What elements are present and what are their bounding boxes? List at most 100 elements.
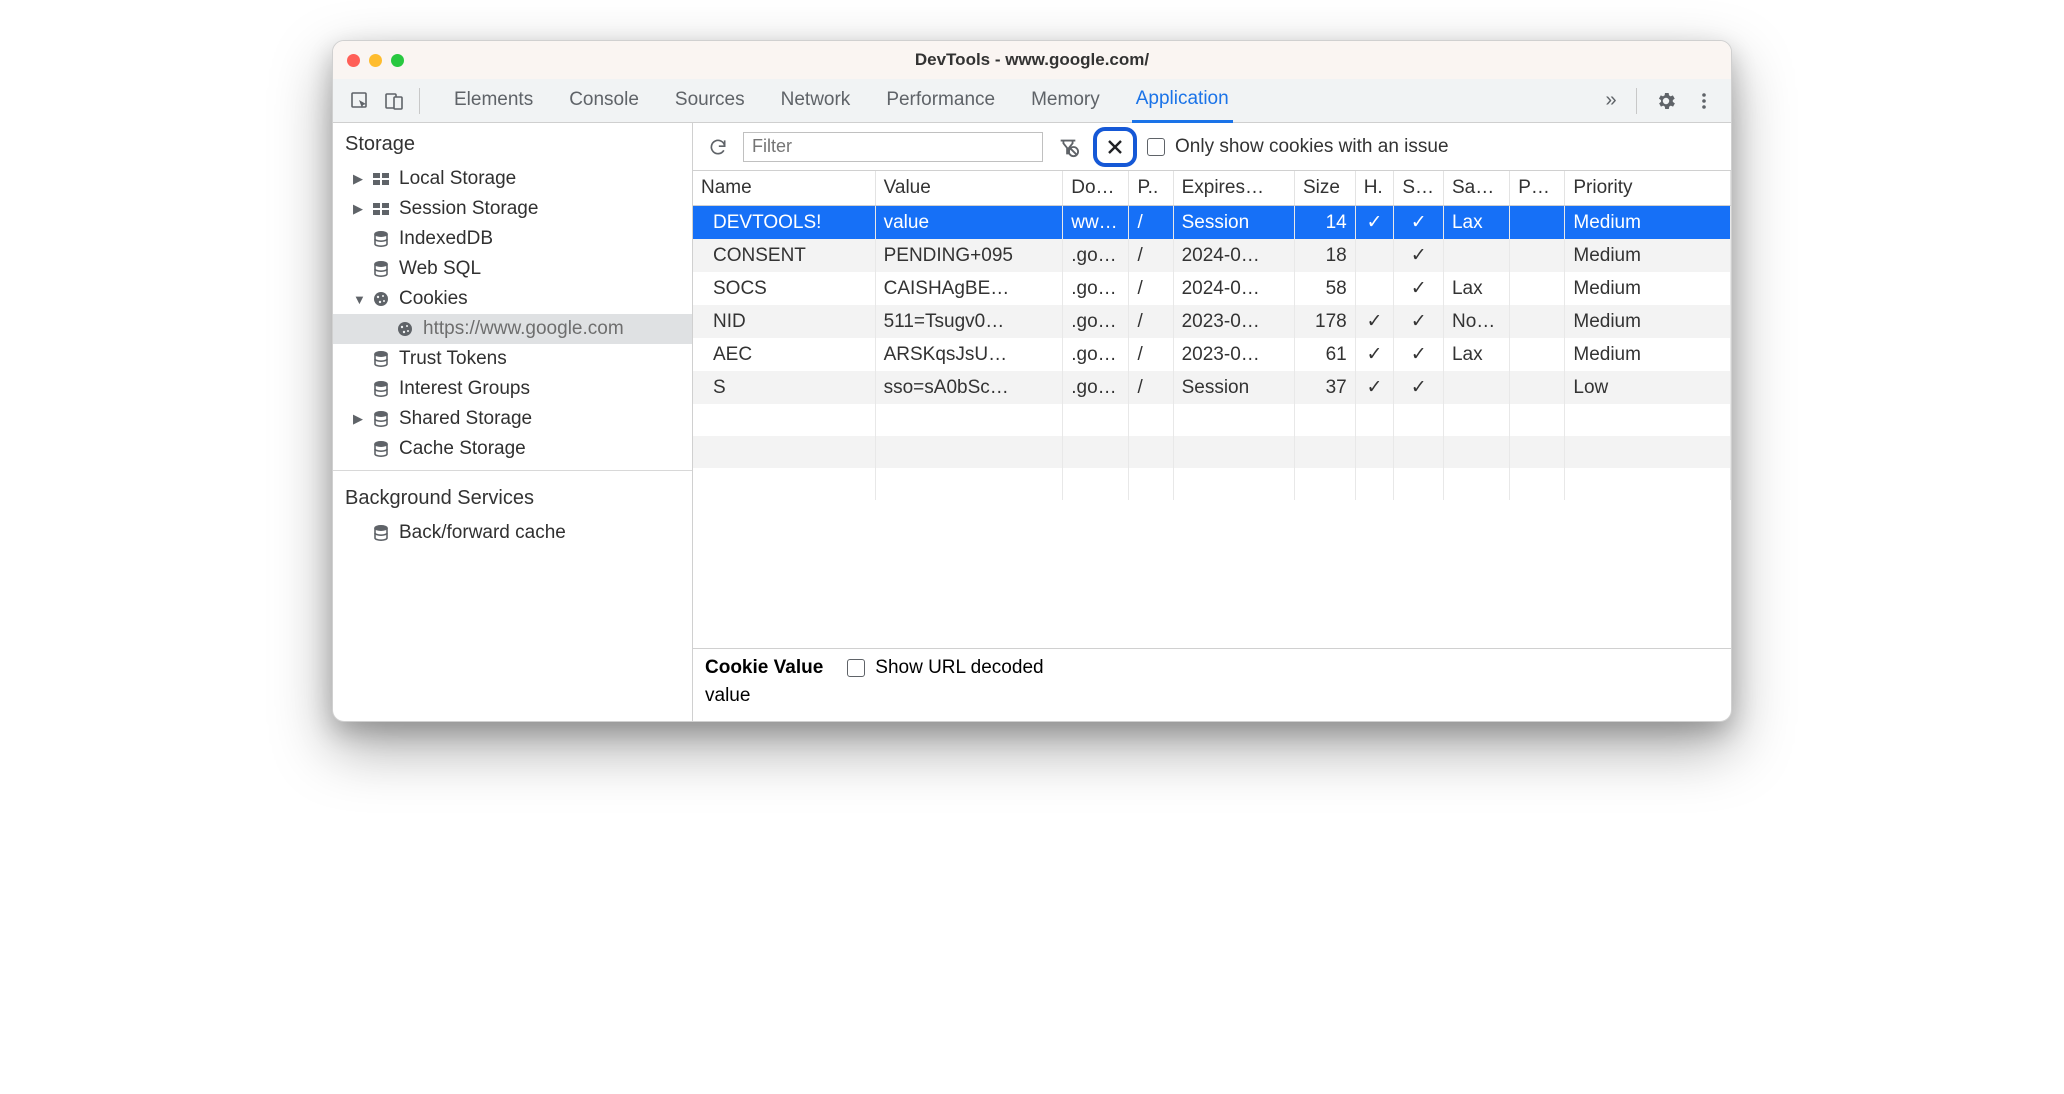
column-header[interactable]: Value bbox=[875, 171, 1063, 206]
sidebar-item-trust-tokens[interactable]: ▶Trust Tokens bbox=[333, 344, 692, 374]
sidebar-item-https-www-google-com[interactable]: ▶https://www.google.com bbox=[333, 314, 692, 344]
db-icon bbox=[371, 229, 391, 249]
cell-same: Lax bbox=[1443, 272, 1509, 305]
show-url-decoded-checkbox[interactable] bbox=[847, 659, 865, 677]
tab-memory[interactable]: Memory bbox=[1027, 80, 1104, 121]
device-toggle-icon[interactable] bbox=[379, 86, 409, 116]
chevron-down-icon: ▼ bbox=[353, 292, 363, 307]
cell-domain bbox=[1063, 468, 1129, 500]
cell-same: No… bbox=[1443, 305, 1509, 338]
cell-domain: ww… bbox=[1063, 206, 1129, 240]
cell-expires bbox=[1173, 436, 1294, 468]
cell-priority: Low bbox=[1565, 371, 1731, 404]
inspect-element-icon[interactable] bbox=[345, 86, 375, 116]
sidebar-item-label: Interest Groups bbox=[399, 378, 530, 400]
cell-domain: .go… bbox=[1063, 338, 1129, 371]
column-header[interactable]: Size bbox=[1295, 171, 1356, 206]
cell-name bbox=[693, 436, 875, 468]
cookies-toolbar: Only show cookies with an issue bbox=[693, 123, 1731, 171]
tab-console[interactable]: Console bbox=[565, 80, 643, 121]
cell-path: / bbox=[1129, 239, 1173, 272]
sidebar-item-indexeddb[interactable]: ▶IndexedDB bbox=[333, 224, 692, 254]
tab-elements[interactable]: Elements bbox=[450, 80, 537, 121]
sidebar-item-label: Session Storage bbox=[399, 198, 538, 220]
cell-part bbox=[1510, 371, 1565, 404]
cell-value: 511=Tsugv0… bbox=[875, 305, 1063, 338]
table-row[interactable]: AECARSKqsJsU….go…/2023-0…61✓✓LaxMedium bbox=[693, 338, 1731, 371]
cell-priority: Medium bbox=[1565, 206, 1731, 240]
sidebar-item-session-storage[interactable]: ▶Session Storage bbox=[333, 194, 692, 224]
cell-secure: ✓ bbox=[1394, 239, 1444, 272]
cell-http bbox=[1355, 272, 1394, 305]
settings-gear-icon[interactable] bbox=[1651, 86, 1681, 116]
cell-size: 61 bbox=[1295, 338, 1356, 371]
column-header[interactable]: P… bbox=[1510, 171, 1565, 206]
cell-name bbox=[693, 468, 875, 500]
tab-performance[interactable]: Performance bbox=[882, 80, 999, 121]
sidebar-item-label: IndexedDB bbox=[399, 228, 493, 250]
refresh-icon[interactable] bbox=[703, 132, 733, 162]
sidebar-item-local-storage[interactable]: ▶Local Storage bbox=[333, 164, 692, 194]
column-header[interactable]: Priority bbox=[1565, 171, 1731, 206]
sidebar-item-back-forward-cache[interactable]: ▶Back/forward cache bbox=[333, 518, 692, 548]
grid-icon bbox=[371, 199, 391, 219]
tab-sources[interactable]: Sources bbox=[671, 80, 749, 121]
cell-value: ARSKqsJsU… bbox=[875, 338, 1063, 371]
table-row[interactable]: Ssso=sA0bSc….go…/Session37✓✓Low bbox=[693, 371, 1731, 404]
cell-name: SOCS bbox=[693, 272, 875, 305]
cell-expires bbox=[1173, 468, 1294, 500]
kebab-menu-icon[interactable] bbox=[1689, 86, 1719, 116]
cell-path: / bbox=[1129, 272, 1173, 305]
cell-name: NID bbox=[693, 305, 875, 338]
table-row bbox=[693, 436, 1731, 468]
cell-value: value bbox=[875, 206, 1063, 240]
sidebar-group-background: Background Services bbox=[333, 477, 692, 518]
cell-path: / bbox=[1129, 338, 1173, 371]
sidebar-item-label: Cache Storage bbox=[399, 438, 526, 460]
cell-domain bbox=[1063, 404, 1129, 436]
cell-part bbox=[1510, 239, 1565, 272]
cell-part bbox=[1510, 206, 1565, 240]
cell-size: 178 bbox=[1295, 305, 1356, 338]
sidebar-item-cookies[interactable]: ▼Cookies bbox=[333, 284, 692, 314]
table-row[interactable]: CONSENTPENDING+095.go…/2024-0…18✓Medium bbox=[693, 239, 1731, 272]
cell-http: ✓ bbox=[1355, 371, 1394, 404]
clear-filter-icon[interactable] bbox=[1053, 132, 1083, 162]
cell-secure bbox=[1394, 404, 1444, 436]
column-header[interactable]: S… bbox=[1394, 171, 1444, 206]
sidebar-item-web-sql[interactable]: ▶Web SQL bbox=[333, 254, 692, 284]
cell-secure: ✓ bbox=[1394, 272, 1444, 305]
cell-secure: ✓ bbox=[1394, 305, 1444, 338]
cell-same: Lax bbox=[1443, 206, 1509, 240]
only-issue-checkbox[interactable] bbox=[1147, 138, 1165, 156]
delete-all-button[interactable] bbox=[1093, 127, 1137, 167]
table-row[interactable]: SOCSCAISHAgBE….go…/2024-0…58✓LaxMedium bbox=[693, 272, 1731, 305]
cell-value bbox=[875, 404, 1063, 436]
cell-size bbox=[1295, 436, 1356, 468]
table-row bbox=[693, 404, 1731, 436]
tabbar: Elements Console Sources Network Performance… bbox=[333, 79, 1731, 123]
column-header[interactable]: Do… bbox=[1063, 171, 1129, 206]
sidebar-item-shared-storage[interactable]: ▶Shared Storage bbox=[333, 404, 692, 434]
column-header[interactable]: Name bbox=[693, 171, 875, 206]
cell-priority: Medium bbox=[1565, 239, 1731, 272]
sidebar-item-interest-groups[interactable]: ▶Interest Groups bbox=[333, 374, 692, 404]
cell-http: ✓ bbox=[1355, 206, 1394, 240]
column-header[interactable]: Sa… bbox=[1443, 171, 1509, 206]
sidebar-item-cache-storage[interactable]: ▶Cache Storage bbox=[333, 434, 692, 464]
more-tabs-icon[interactable]: » bbox=[1596, 86, 1626, 116]
cell-priority bbox=[1565, 436, 1731, 468]
filter-input[interactable] bbox=[743, 132, 1043, 162]
cell-value: CAISHAgBE… bbox=[875, 272, 1063, 305]
table-row[interactable]: NID511=Tsugv0….go…/2023-0…178✓✓No…Medium bbox=[693, 305, 1731, 338]
table-row[interactable]: DEVTOOLS!valueww…/Session14✓✓LaxMedium bbox=[693, 206, 1731, 240]
tab-network[interactable]: Network bbox=[777, 80, 855, 121]
cell-same bbox=[1443, 468, 1509, 500]
column-header[interactable]: Expires… bbox=[1173, 171, 1294, 206]
column-header[interactable]: H. bbox=[1355, 171, 1394, 206]
column-header[interactable]: P.. bbox=[1129, 171, 1173, 206]
tab-application[interactable]: Application bbox=[1132, 79, 1233, 123]
db-icon bbox=[371, 439, 391, 459]
chevron-right-icon: ▶ bbox=[353, 171, 363, 187]
cell-domain: .go… bbox=[1063, 272, 1129, 305]
